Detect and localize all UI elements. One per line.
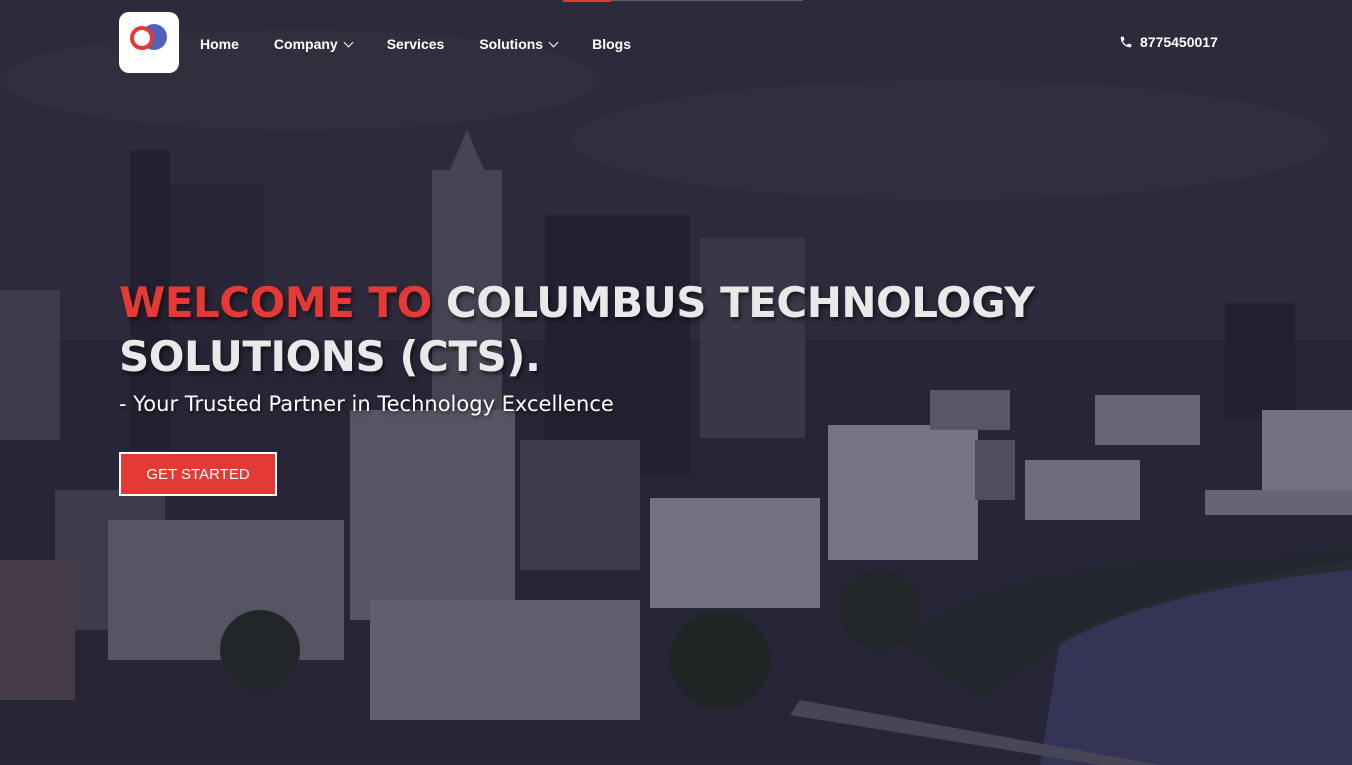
- phone-number: 8775450017: [1140, 34, 1218, 50]
- chevron-down-icon: [548, 37, 559, 47]
- nav-item-services[interactable]: Services: [387, 34, 445, 54]
- get-started-button[interactable]: GET STARTED: [119, 452, 277, 496]
- nav-item-label: Services: [386, 36, 445, 52]
- nav-item-home[interactable]: Home: [200, 34, 239, 54]
- logo-red-ring: [130, 26, 154, 50]
- phone-icon: [1120, 36, 1132, 48]
- nav-item-label: Home: [200, 36, 239, 52]
- nav-item-company[interactable]: Company: [273, 34, 354, 54]
- phone-link[interactable]: 8775450017: [1119, 34, 1218, 50]
- hero-title-line2: SOLUTIONS (CTS).: [119, 332, 541, 381]
- main-nav: Home Company Services Solutions Blogs: [200, 34, 666, 54]
- site-header: Home Company Services Solutions Blogs 87…: [0, 0, 1352, 88]
- hero-title-line1: COLUMBUS TECHNOLOGY: [445, 278, 1035, 327]
- hero-subtitle: - Your Trusted Partner in Technology Exc…: [119, 392, 614, 416]
- nav-item-solutions[interactable]: Solutions: [479, 34, 559, 54]
- nav-item-label: Company: [273, 36, 338, 52]
- nav-item-label: Blogs: [592, 36, 631, 52]
- hero-title-accent: WELCOME TO: [119, 278, 432, 327]
- nav-item-blogs[interactable]: Blogs: [592, 34, 631, 54]
- chevron-down-icon: [343, 37, 354, 47]
- nav-item-label: Solutions: [479, 36, 544, 52]
- hero-title: WELCOME TO COLUMBUS TECHNOLOGY SOLUTIONS…: [119, 276, 1099, 384]
- cts-logo-icon[interactable]: [119, 12, 179, 73]
